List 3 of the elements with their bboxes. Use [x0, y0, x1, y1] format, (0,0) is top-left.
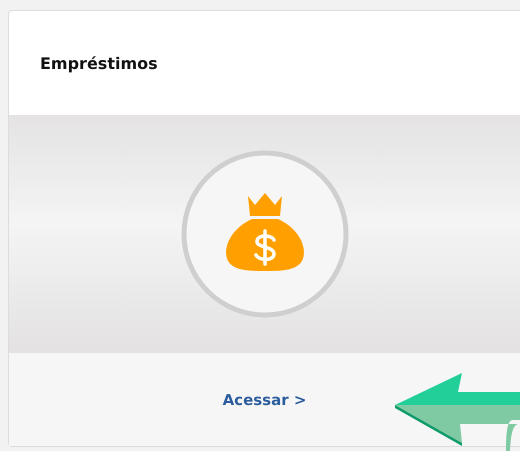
card-title: Empréstimos	[40, 54, 158, 72]
money-bag-icon	[180, 149, 350, 319]
access-link[interactable]: Acessar >	[222, 390, 306, 408]
